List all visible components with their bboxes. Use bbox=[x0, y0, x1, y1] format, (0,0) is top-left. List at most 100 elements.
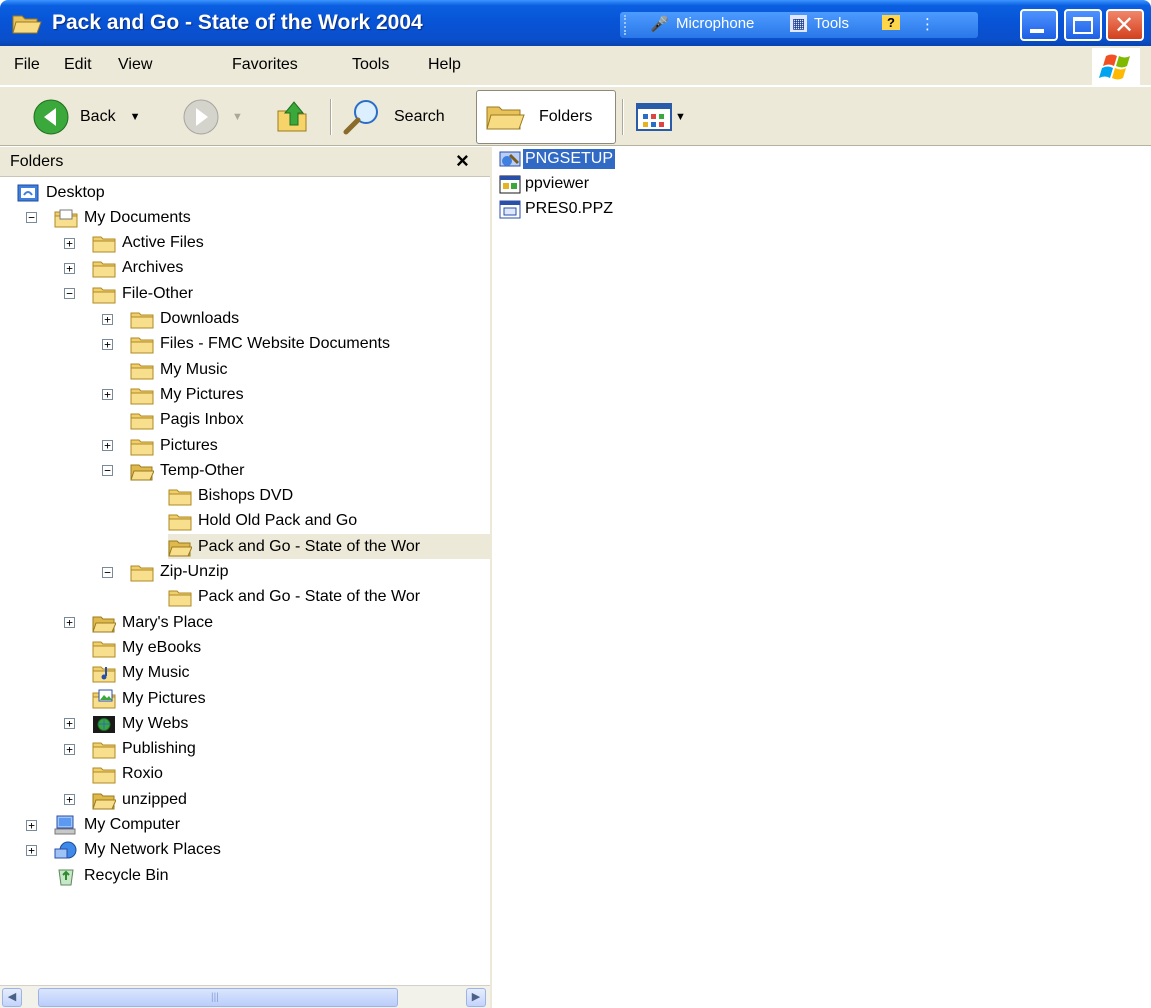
expand-icon[interactable]: + bbox=[102, 338, 113, 350]
file-item[interactable]: PRES0.PPZ bbox=[498, 197, 615, 221]
menu-tools[interactable]: Tools bbox=[352, 56, 389, 74]
search-label: Search bbox=[394, 108, 445, 125]
views-icon bbox=[636, 103, 672, 131]
expand-icon[interactable]: + bbox=[26, 844, 37, 856]
tree-item[interactable]: My Pictures bbox=[130, 382, 490, 407]
language-bar-options-icon[interactable]: ⋮ bbox=[920, 15, 935, 33]
expand-icon[interactable]: + bbox=[26, 819, 37, 831]
file-item[interactable]: ppviewer bbox=[498, 172, 591, 196]
open-folder-icon bbox=[168, 540, 192, 557]
folder-icon bbox=[130, 413, 154, 430]
up-folder-button[interactable] bbox=[276, 97, 312, 137]
tree-item[interactable]: Publishing bbox=[92, 737, 490, 762]
tree-item-label: My Network Places bbox=[84, 841, 221, 859]
menu-edit[interactable]: Edit bbox=[64, 56, 92, 74]
setup-program-icon bbox=[499, 151, 521, 167]
file-name: PNGSETUP bbox=[523, 149, 616, 169]
tree-item[interactable]: Pack and Go - State of the Wor bbox=[168, 534, 490, 560]
tree-item[interactable]: Files - FMC Website Documents bbox=[130, 332, 490, 357]
tree-item[interactable]: File-Other bbox=[92, 281, 490, 306]
expand-icon[interactable]: + bbox=[64, 743, 75, 755]
expand-icon[interactable]: + bbox=[64, 617, 75, 629]
tree-item[interactable]: Active Files bbox=[92, 231, 490, 256]
back-button[interactable]: Back ▼ bbox=[32, 97, 140, 137]
file-item[interactable]: PNGSETUP bbox=[498, 147, 616, 171]
folder-icon bbox=[92, 767, 116, 784]
maximize-button[interactable] bbox=[1064, 9, 1102, 41]
tree-item-label: Pictures bbox=[160, 436, 218, 454]
tree-item[interactable]: Pictures bbox=[130, 433, 490, 458]
tools-icon[interactable]: ▦ bbox=[790, 15, 808, 32]
scrollbar-thumb[interactable]: ||| bbox=[38, 988, 398, 1007]
menu-file[interactable]: File bbox=[14, 56, 40, 74]
tree-item[interactable]: My Music bbox=[130, 357, 490, 382]
folder-icon bbox=[92, 742, 116, 759]
tree-item[interactable]: unzipped bbox=[92, 787, 490, 812]
tree-item[interactable]: Pagis Inbox bbox=[130, 408, 490, 433]
file-list[interactable]: PNGSETUP ppviewer PRES0.PPZ bbox=[494, 147, 1151, 1008]
maximize-icon bbox=[1073, 17, 1093, 34]
folders-label: Folders bbox=[539, 108, 593, 125]
tree-item[interactable]: Temp-Other bbox=[130, 458, 490, 483]
horizontal-scrollbar[interactable]: ◀ ||| ▶ bbox=[0, 985, 490, 1008]
expand-icon[interactable]: + bbox=[102, 389, 113, 401]
tree-item[interactable]: Bishops DVD bbox=[168, 484, 490, 509]
forward-dropdown-icon[interactable]: ▼ bbox=[232, 111, 243, 123]
ppz-file-icon bbox=[499, 200, 521, 219]
tree-item[interactable]: Zip-Unzip bbox=[130, 560, 490, 585]
minimize-button[interactable] bbox=[1020, 9, 1058, 41]
collapse-icon[interactable]: − bbox=[102, 465, 113, 477]
tree-item[interactable]: Mary's Place bbox=[92, 610, 490, 635]
tree-item[interactable]: Recycle Bin bbox=[54, 863, 490, 888]
tree-item[interactable]: Pack and Go - State of the Wor bbox=[168, 585, 490, 610]
collapse-icon[interactable]: − bbox=[64, 288, 75, 300]
collapse-icon[interactable]: − bbox=[102, 566, 113, 578]
views-dropdown-icon[interactable]: ▼ bbox=[675, 111, 686, 123]
tree-item[interactable]: My Music bbox=[92, 661, 490, 686]
expand-icon[interactable]: + bbox=[64, 237, 75, 249]
tree-item[interactable]: My Network Places bbox=[54, 838, 490, 863]
folder-icon bbox=[130, 337, 154, 354]
tree-item[interactable]: My Pictures bbox=[92, 686, 490, 711]
expand-icon[interactable]: + bbox=[64, 262, 75, 274]
views-button[interactable]: ▼ bbox=[636, 97, 686, 137]
folder-tree[interactable]: Desktop − My Documents + Active Files + Archiv… bbox=[0, 180, 490, 976]
forward-button[interactable]: ▼ bbox=[182, 97, 243, 137]
windows-logo-icon bbox=[1092, 48, 1140, 86]
collapse-icon[interactable]: − bbox=[26, 212, 37, 224]
tools-button[interactable]: Tools bbox=[814, 15, 849, 32]
close-icon[interactable]: × bbox=[456, 148, 469, 174]
search-button[interactable]: Search bbox=[342, 97, 445, 137]
back-dropdown-icon[interactable]: ▼ bbox=[130, 111, 141, 123]
help-icon[interactable]: ? bbox=[882, 15, 900, 30]
tree-item-label: Archives bbox=[122, 259, 184, 277]
tree-item-label: Active Files bbox=[122, 234, 204, 252]
tree-item[interactable]: Roxio bbox=[92, 762, 490, 787]
grip-handle[interactable] bbox=[624, 15, 630, 35]
tree-item[interactable]: Hold Old Pack and Go bbox=[168, 509, 490, 534]
tree-item[interactable]: Desktop bbox=[16, 180, 490, 205]
expand-icon[interactable]: + bbox=[102, 440, 113, 451]
microphone-button[interactable]: Microphone bbox=[676, 15, 754, 32]
grip-icon: ||| bbox=[211, 992, 219, 1003]
menu-favorites[interactable]: Favorites bbox=[232, 56, 298, 74]
tree-item[interactable]: My eBooks bbox=[92, 635, 490, 660]
scroll-left-icon[interactable]: ◀ bbox=[2, 988, 22, 1007]
folder-icon bbox=[130, 439, 154, 455]
tree-item[interactable]: My Documents bbox=[54, 205, 490, 230]
language-bar[interactable]: 🎤 Microphone ▦ Tools ? ⋮ bbox=[620, 12, 978, 38]
tree-item[interactable]: My Webs bbox=[92, 711, 490, 736]
expand-icon[interactable]: + bbox=[64, 794, 75, 806]
close-button[interactable]: ✕ bbox=[1106, 9, 1144, 41]
expand-icon[interactable]: + bbox=[102, 313, 113, 325]
tree-item[interactable]: My Computer bbox=[54, 813, 490, 838]
folders-button[interactable]: Folders bbox=[476, 90, 616, 144]
menu-view[interactable]: View bbox=[118, 56, 152, 74]
scroll-right-icon[interactable]: ▶ bbox=[466, 988, 486, 1007]
tree-item[interactable]: Archives bbox=[92, 256, 490, 281]
folder-icon bbox=[168, 514, 192, 531]
menu-help[interactable]: Help bbox=[428, 56, 461, 74]
microphone-icon[interactable]: 🎤 bbox=[650, 15, 669, 33]
expand-icon[interactable]: + bbox=[64, 718, 75, 730]
tree-item[interactable]: Downloads bbox=[130, 307, 490, 332]
